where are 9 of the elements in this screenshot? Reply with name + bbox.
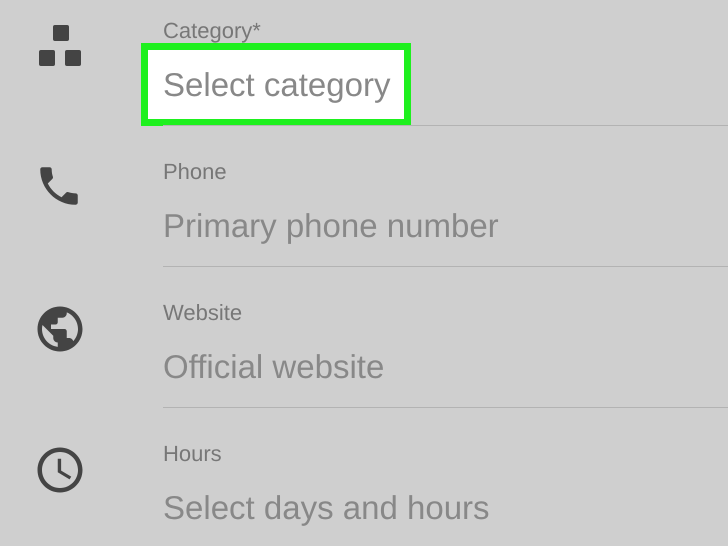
input-field[interactable]: Select category <box>141 43 412 126</box>
input-field[interactable]: Official website <box>141 325 406 408</box>
input-field[interactable]: Primary phone number <box>141 184 520 267</box>
input-field[interactable]: Select days and hours <box>141 466 511 546</box>
category-icon <box>38 24 84 68</box>
field-label: Hours <box>162 441 223 467</box>
field-label: Website <box>162 300 244 326</box>
field-label: Phone <box>162 159 228 185</box>
field-label: Category* <box>162 18 262 44</box>
